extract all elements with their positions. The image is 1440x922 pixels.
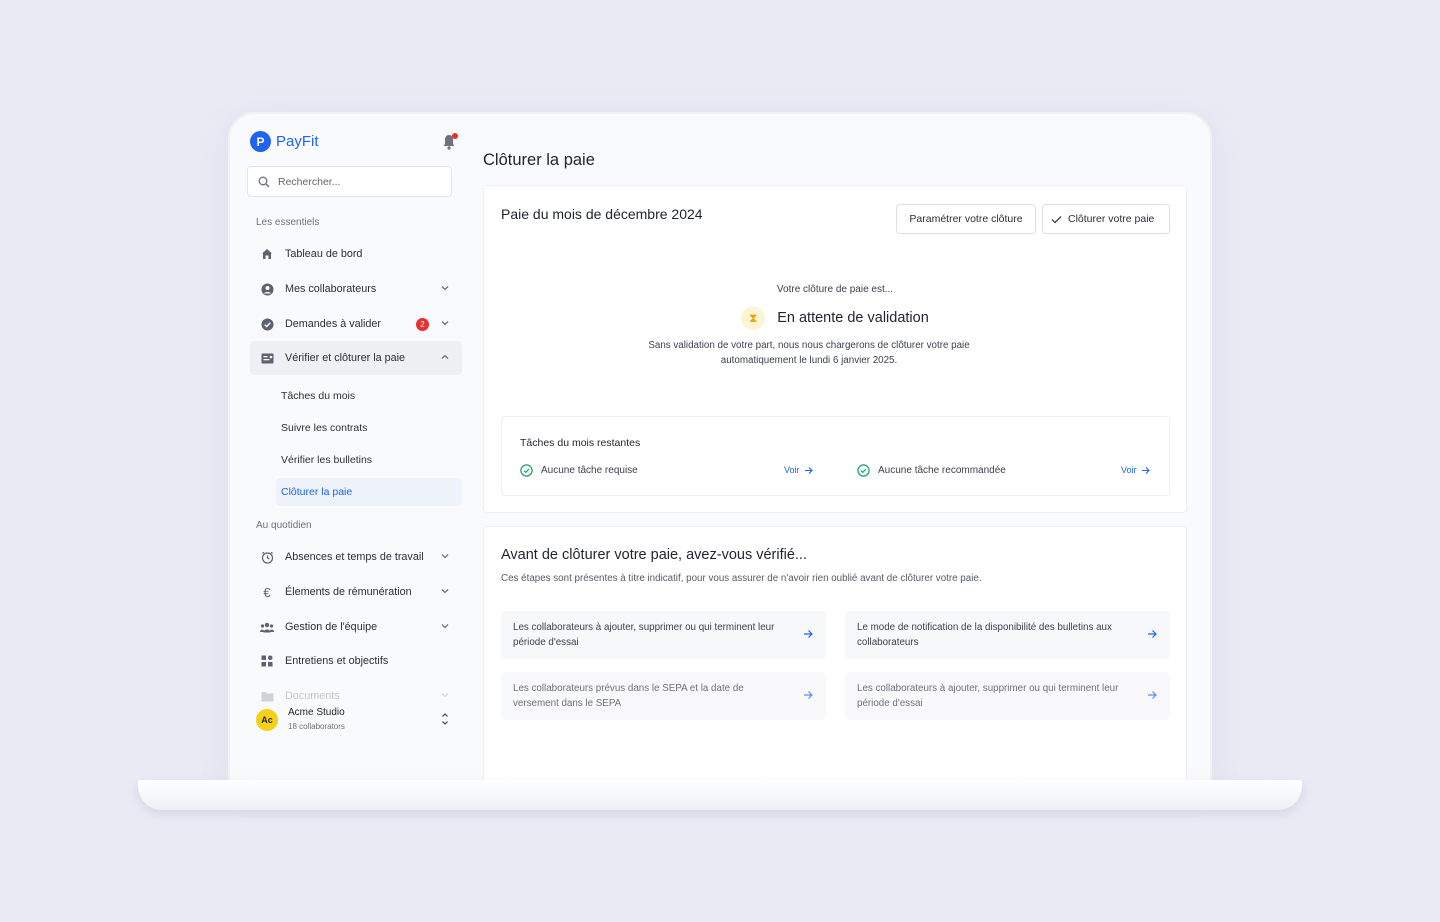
status-value: En attente de validation xyxy=(777,310,929,326)
checklist-tile[interactable]: Les collaborateurs à ajouter, supprimer … xyxy=(501,611,826,659)
view-required-link[interactable]: Voir xyxy=(784,465,813,475)
task-required: Aucune tâche requise xyxy=(520,464,638,477)
chevron-down-icon[interactable] xyxy=(440,551,450,561)
sidebar-item-label: Entretiens et objectifs xyxy=(285,655,389,667)
arrow-right-icon xyxy=(1148,691,1157,699)
folder-icon xyxy=(260,689,274,703)
arrow-right-icon xyxy=(1148,630,1157,638)
tile-label: Le mode de notification de la disponibil… xyxy=(857,622,1112,648)
tile-label: Les collaborateurs à ajouter, supprimer … xyxy=(513,622,775,648)
app-window: P PayFit Les essentiels Tableau de bord … xyxy=(229,113,1211,785)
sidebar-item-label: Vérifier et clôturer la paie xyxy=(285,352,406,364)
view-link-label: Voir xyxy=(784,465,800,475)
account-subtitle: 18 collaborators xyxy=(288,722,345,731)
account-switcher[interactable]: Ac Acme Studio 18 collaborators xyxy=(256,704,456,744)
close-payroll-label: Clôturer votre paie xyxy=(1068,213,1155,225)
chevron-up-down-icon[interactable] xyxy=(440,711,450,727)
search-input[interactable] xyxy=(278,175,438,188)
sidebar-item-label: Tableau de bord xyxy=(285,248,363,260)
check-badge-icon xyxy=(260,317,274,331)
task-required-label: Aucune tâche requise xyxy=(541,465,638,476)
task-recommended-label: Aucune tâche recommandée xyxy=(878,465,1006,476)
sidebar: P PayFit Les essentiels Tableau de bord … xyxy=(230,114,470,784)
search-icon xyxy=(258,176,270,187)
sidebar-item-compensation[interactable]: € Élements de rémunération xyxy=(250,575,462,609)
configure-closure-button[interactable]: Paramétrer votre clôture xyxy=(896,204,1036,234)
section-label-essentials: Les essentiels xyxy=(256,217,320,228)
status-description: Sans validation de votre part, nous nous… xyxy=(648,340,970,366)
notifications-button[interactable] xyxy=(442,133,458,150)
remaining-tasks-box: Tâches du mois restantes Aucune tâche re… xyxy=(501,416,1170,496)
avatar: Ac xyxy=(256,709,278,731)
checklist-tile[interactable]: Les collaborateurs prévus dans le SEPA e… xyxy=(501,672,826,720)
subnav-item-close-payroll[interactable]: Clôturer la paie xyxy=(276,478,462,506)
count-badge: 2 xyxy=(416,318,429,331)
arrow-right-icon xyxy=(804,466,813,474)
search-box[interactable] xyxy=(247,166,452,197)
home-icon xyxy=(260,247,274,261)
sidebar-item-requests[interactable]: Demandes à valider 2 xyxy=(250,307,462,341)
chevron-up-icon[interactable] xyxy=(440,352,450,362)
arrow-right-icon xyxy=(804,630,813,638)
team-icon xyxy=(260,620,274,634)
card-subtitle: Ces étapes sont présentes à titre indica… xyxy=(501,573,982,584)
checklist-card: Avant de clôturer votre paie, avez-vous … xyxy=(483,526,1187,784)
checklist-tile[interactable]: Les collaborateurs à ajouter, supprimer … xyxy=(845,672,1170,720)
section-label-daily: Au quotidien xyxy=(256,520,312,531)
task-recommended: Aucune tâche recommandée xyxy=(857,464,1006,477)
sidebar-item-reviews[interactable]: Entretiens et objectifs xyxy=(250,644,462,678)
tasks-title: Tâches du mois restantes xyxy=(520,437,641,449)
payslip-icon xyxy=(260,351,274,365)
sidebar-item-label: Documents xyxy=(285,690,340,702)
status-row: ⧗ En attente de validation xyxy=(484,306,1186,330)
subnav-item-contracts[interactable]: Suivre les contrats xyxy=(276,414,462,442)
sidebar-item-label: Gestion de l'équipe xyxy=(285,621,378,633)
hourglass-icon: ⧗ xyxy=(741,306,766,330)
check-icon xyxy=(1051,215,1062,223)
sidebar-item-label: Élements de rémunération xyxy=(285,586,412,598)
tile-label: Les collaborateurs à ajouter, supprimer … xyxy=(857,683,1119,709)
view-link-label: Voir xyxy=(1121,465,1137,475)
subnav-item-tasks[interactable]: Tâches du mois xyxy=(276,382,462,410)
card-title: Avant de clôturer votre paie, avez-vous … xyxy=(501,547,807,563)
check-circle-icon xyxy=(857,464,870,477)
sidebar-item-team[interactable]: Gestion de l'équipe xyxy=(250,610,462,644)
payfit-logo-icon: P xyxy=(250,131,271,152)
chevron-down-icon[interactable] xyxy=(440,318,450,328)
user-circle-icon xyxy=(260,282,274,296)
view-recommended-link[interactable]: Voir xyxy=(1121,465,1150,475)
account-name: Acme Studio xyxy=(288,707,345,718)
arrow-right-icon xyxy=(804,691,813,699)
laptop-base xyxy=(138,780,1302,810)
sidebar-item-dashboard[interactable]: Tableau de bord xyxy=(250,237,462,271)
alarm-clock-icon xyxy=(260,550,274,564)
euro-icon: € xyxy=(263,584,271,600)
payroll-status-card: Paie du mois de décembre 2024 Paramétrer… xyxy=(483,185,1187,513)
arrow-right-icon xyxy=(1141,466,1150,474)
chevron-down-icon[interactable] xyxy=(440,586,450,596)
status-label: Votre clôture de paie est... xyxy=(776,284,894,295)
tile-label: Les collaborateurs prévus dans le SEPA e… xyxy=(513,683,744,709)
sidebar-item-payroll[interactable]: Vérifier et clôturer la paie xyxy=(250,341,462,375)
grid-icon xyxy=(260,654,274,668)
chevron-down-icon[interactable] xyxy=(440,621,450,631)
checklist-tile[interactable]: Le mode de notification de la disponibil… xyxy=(845,611,1170,659)
sidebar-item-label: Absences et temps de travail xyxy=(285,551,424,563)
card-title: Paie du mois de décembre 2024 xyxy=(501,206,703,222)
sidebar-item-collaborators[interactable]: Mes collaborateurs xyxy=(250,272,462,306)
check-circle-icon xyxy=(520,464,533,477)
chevron-down-icon[interactable] xyxy=(440,690,450,700)
chevron-down-icon[interactable] xyxy=(440,283,450,293)
sidebar-item-absences[interactable]: Absences et temps de travail xyxy=(250,540,462,574)
logo[interactable]: P PayFit xyxy=(250,131,319,152)
subnav-item-payslips[interactable]: Vérifier les bulletins xyxy=(276,446,462,474)
notification-dot xyxy=(452,133,458,139)
sidebar-item-label: Mes collaborateurs xyxy=(285,283,377,295)
sidebar-item-label: Demandes à valider xyxy=(285,318,382,330)
close-payroll-button[interactable]: Clôturer votre paie xyxy=(1042,204,1170,234)
page-title: Clôturer la paie xyxy=(483,151,595,169)
app-name: PayFit xyxy=(276,133,319,150)
